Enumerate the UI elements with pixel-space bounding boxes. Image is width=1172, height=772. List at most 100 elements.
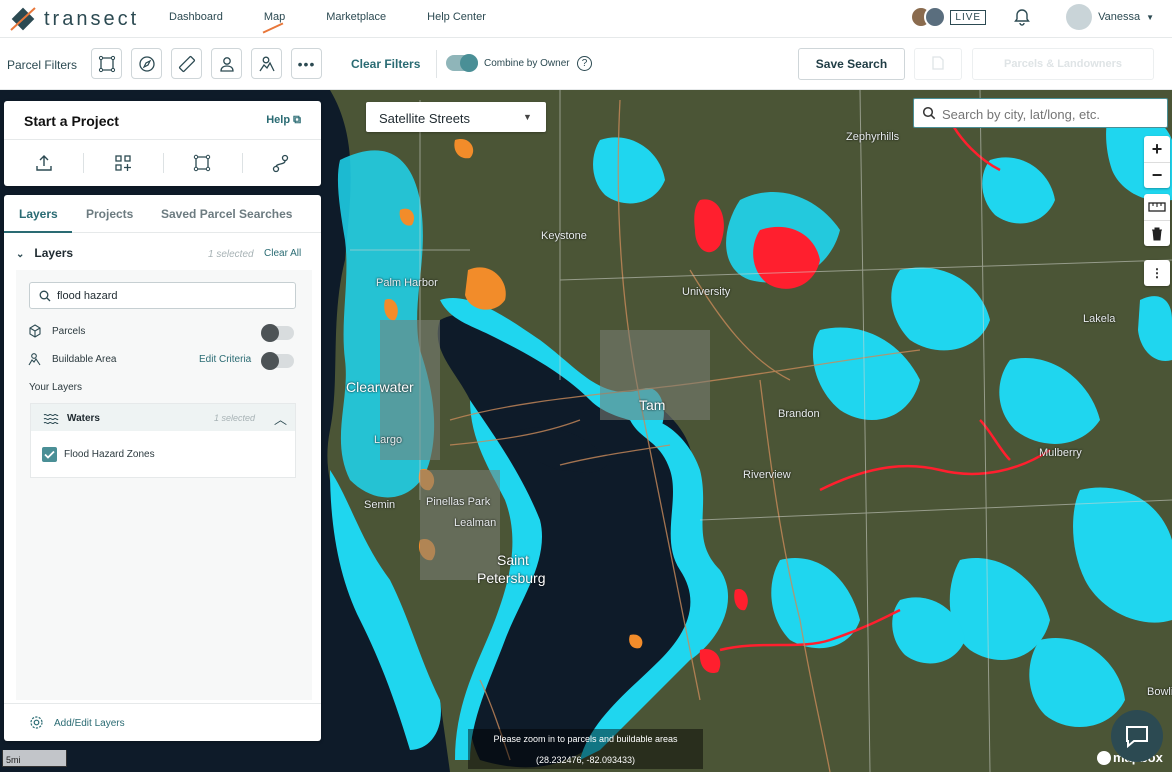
- polygon-icon: [193, 154, 211, 172]
- route-button[interactable]: [241, 140, 321, 186]
- scale-bar: 5mi: [2, 750, 67, 767]
- bell-icon[interactable]: [1012, 7, 1032, 27]
- parcel-filters-label: Parcel Filters: [7, 58, 78, 72]
- combine-by-owner-toggle[interactable]: [446, 54, 478, 72]
- layers-heading: Layers: [34, 246, 74, 260]
- filter-size-button[interactable]: [171, 48, 202, 79]
- map-label-bowling: Bowli: [1147, 686, 1172, 698]
- user-menu[interactable]: Vanessa ▼: [1066, 4, 1154, 30]
- map-style-value: Satellite Streets: [379, 111, 471, 126]
- route-icon: [273, 154, 289, 173]
- logo[interactable]: transect: [8, 4, 139, 34]
- draw-controls: [1144, 194, 1170, 246]
- tab-saved-parcel-searches[interactable]: Saved Parcel Searches: [161, 207, 292, 221]
- chevron-up-icon: ︿: [274, 412, 288, 427]
- ruler-icon: [1148, 202, 1166, 212]
- map-label-tampa: Tam: [639, 397, 666, 413]
- parcels-label: Parcels: [52, 325, 86, 337]
- ellipsis-icon: •••: [297, 55, 316, 72]
- buildable-row: Buildable Area: [28, 352, 117, 366]
- waters-title: Waters: [67, 413, 100, 424]
- waves-icon: [43, 413, 59, 424]
- layers-section-toggle[interactable]: ⌄ Layers: [16, 246, 73, 260]
- edit-criteria-link[interactable]: Edit Criteria: [199, 354, 251, 365]
- live-badge: LIVE: [950, 9, 987, 25]
- nav-map[interactable]: Map: [262, 11, 285, 34]
- divider: [4, 703, 321, 704]
- zoom-out-button[interactable]: −: [1144, 162, 1170, 188]
- user-name: Vanessa: [1098, 11, 1141, 23]
- combine-label: Combine by Owner: [484, 58, 570, 69]
- divider: [436, 50, 437, 78]
- zoom-notice: Please zoom in to parcels and buildable …: [468, 729, 703, 769]
- tab-projects[interactable]: Projects: [86, 207, 133, 221]
- top-nav: transect Dashboard Map Marketplace Help …: [0, 0, 1172, 38]
- filter-shape-button[interactable]: [91, 48, 122, 79]
- collaborator-avatar: [924, 6, 947, 28]
- map-style-select[interactable]: Satellite Streets ▼: [366, 102, 546, 132]
- map-label-brandon: Brandon: [778, 408, 820, 420]
- flood-hazard-checkbox[interactable]: [42, 447, 57, 462]
- start-project-panel: Start a Project Help ⧉: [4, 101, 321, 186]
- add-edit-layers-button[interactable]: Add/Edit Layers: [54, 718, 125, 729]
- map-label-lakeland: Lakela: [1083, 313, 1116, 325]
- waters-group-header[interactable]: Waters 1 selected ︿: [31, 404, 295, 431]
- delete-button[interactable]: [1144, 220, 1170, 246]
- layers-panel: Layers Projects Saved Parcel Searches ⌄ L…: [4, 195, 321, 741]
- save-search-button[interactable]: Save Search: [798, 48, 905, 80]
- person-icon: [219, 56, 234, 72]
- flood-hazard-label: Flood Hazard Zones: [64, 449, 155, 460]
- active-tab-indicator: [4, 231, 72, 233]
- zoom-controls: + −: [1144, 136, 1170, 188]
- filter-location-button[interactable]: [131, 48, 162, 79]
- search-icon: [39, 290, 51, 302]
- zoom-in-button[interactable]: +: [1144, 136, 1170, 162]
- filter-owner-button[interactable]: [211, 48, 242, 79]
- draw-polygon-button[interactable]: [162, 140, 242, 186]
- tab-layers[interactable]: Layers: [19, 207, 58, 221]
- chat-button[interactable]: [1111, 710, 1163, 762]
- map-label-petersburg: Petersburg: [477, 570, 546, 586]
- buildable-toggle[interactable]: [261, 352, 294, 370]
- panel-title: Start a Project: [24, 113, 119, 129]
- buildable-label: Buildable Area: [52, 353, 117, 365]
- parcels-landowners-button[interactable]: Parcels & Landowners: [972, 48, 1154, 80]
- help-label: Help: [266, 114, 291, 126]
- map-label-pinellas-park: Pinellas Park: [426, 496, 491, 508]
- more-filters-button[interactable]: •••: [291, 48, 322, 79]
- chevron-down-icon: ⌄: [16, 249, 25, 260]
- nav-marketplace[interactable]: Marketplace: [326, 11, 386, 23]
- filter-buildable-button[interactable]: [251, 48, 282, 79]
- panel-tabs: Layers Projects Saved Parcel Searches: [4, 195, 321, 233]
- parcels-row: Parcels: [28, 324, 85, 338]
- toggle-knob: [460, 54, 478, 72]
- layer-search-input[interactable]: flood hazard: [29, 282, 296, 309]
- filter-toolbar: Parcel Filters ••• Clear Filters Combine…: [0, 38, 1172, 90]
- transect-logo-icon: [10, 7, 36, 31]
- export-button[interactable]: [914, 48, 962, 80]
- measure-button[interactable]: [1144, 194, 1170, 220]
- help-icon[interactable]: ?: [577, 56, 592, 71]
- active-underline: [262, 22, 284, 34]
- chevron-down-icon: ▼: [1146, 12, 1154, 22]
- more-options-button[interactable]: ⋮: [1144, 260, 1170, 286]
- nav-dashboard[interactable]: Dashboard: [169, 11, 223, 23]
- map-label-lealman: Lealman: [454, 517, 497, 529]
- add-grid-button[interactable]: [83, 140, 162, 186]
- chat-icon: [1126, 726, 1148, 748]
- map-label-clearwater: Clearwater: [346, 379, 414, 395]
- parcels-toggle[interactable]: [261, 324, 294, 342]
- export-icon: [932, 55, 944, 70]
- live-collaborators[interactable]: LIVE: [910, 6, 987, 28]
- help-link[interactable]: Help ⧉: [266, 114, 301, 127]
- check-icon: [44, 450, 55, 459]
- trash-icon: [1152, 227, 1162, 240]
- notice-text: Please zoom in to parcels and buildable …: [493, 734, 678, 744]
- clear-filters-button[interactable]: Clear Filters: [351, 57, 420, 71]
- map-search-input[interactable]: [942, 105, 1157, 123]
- person-area-icon: [258, 56, 275, 71]
- upload-button[interactable]: [4, 140, 83, 186]
- clear-all-button[interactable]: Clear All: [264, 248, 301, 259]
- nav-help-center[interactable]: Help Center: [427, 11, 486, 23]
- map-label-zephyrhills: Zephyrhills: [846, 131, 900, 143]
